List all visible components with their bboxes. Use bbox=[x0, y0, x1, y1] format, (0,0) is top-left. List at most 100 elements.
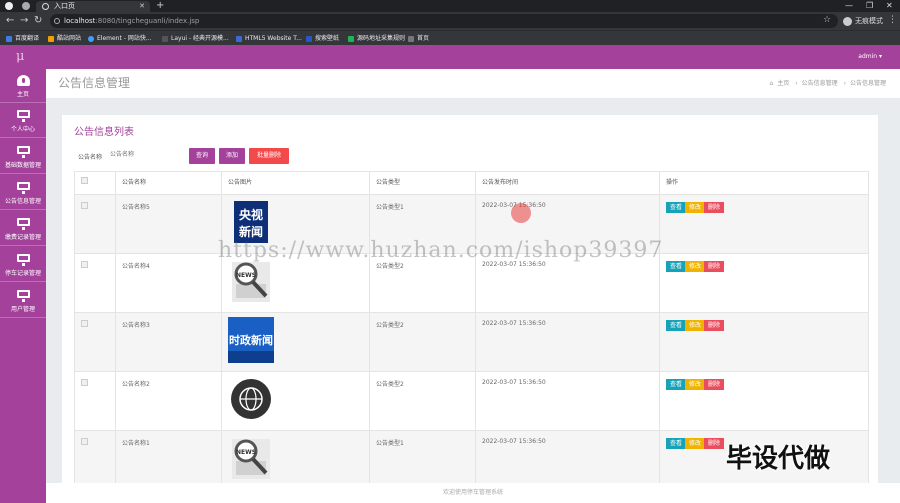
reload-icon[interactable]: ↻ bbox=[34, 14, 42, 28]
edit-button[interactable]: 修改 bbox=[685, 438, 706, 449]
sidebar-item-home[interactable]: 主页 bbox=[0, 69, 46, 103]
sidebar-item-profile[interactable]: 个人中心 bbox=[0, 104, 46, 138]
bookmark-icon bbox=[88, 35, 94, 42]
breadcrumb-item: 公告信息管理 bbox=[849, 80, 886, 87]
select-all-checkbox[interactable] bbox=[81, 177, 88, 184]
view-button[interactable]: 查看 bbox=[666, 379, 687, 390]
notice-image[interactable]: 时政新闻 bbox=[228, 317, 274, 363]
view-button[interactable]: 查看 bbox=[666, 202, 687, 213]
notice-name-cell: 公告名称5 bbox=[115, 194, 222, 254]
bookmark-icon bbox=[236, 35, 242, 42]
bookmark-item[interactable]: Layui - 经典开源模... bbox=[162, 31, 229, 46]
row-checkbox[interactable] bbox=[81, 320, 88, 327]
watermark-text: https://www.huzhan.com/ishop39397 bbox=[218, 238, 664, 263]
view-button[interactable]: 查看 bbox=[666, 438, 687, 449]
sidebar-item-payments[interactable]: 缴费记录管理 bbox=[0, 212, 46, 246]
edit-button[interactable]: 修改 bbox=[685, 261, 706, 272]
url-host: localhost bbox=[64, 17, 96, 25]
sidebar-item-label: 缴费记录管理 bbox=[4, 234, 41, 241]
app-logo[interactable]: μ bbox=[16, 49, 24, 65]
delete-button[interactable]: 删除 bbox=[704, 320, 725, 331]
breadcrumb-item[interactable]: 主页 bbox=[777, 80, 789, 87]
bookmark-item[interactable]: 源码地址采集规则 bbox=[348, 31, 405, 46]
maximize-icon[interactable]: ❐ bbox=[866, 0, 873, 12]
edit-button[interactable]: 修改 bbox=[685, 320, 706, 331]
close-window-icon[interactable]: ✕ bbox=[886, 0, 893, 12]
tab-favicon-icon bbox=[42, 3, 49, 10]
row-checkbox[interactable] bbox=[81, 202, 88, 209]
view-button[interactable]: 查看 bbox=[666, 320, 687, 331]
breadcrumb-separator: › bbox=[843, 80, 846, 87]
actions-cell: 查看 修改 删除 bbox=[659, 194, 869, 254]
browser-app-icon[interactable] bbox=[5, 2, 13, 10]
browser-menu-icon[interactable]: ⋮ bbox=[888, 15, 897, 25]
delete-button[interactable]: 删除 bbox=[704, 261, 725, 272]
sidebar-item-label: 停车记录管理 bbox=[4, 270, 41, 277]
sidebar: 主页 个人中心 基础数据管理 公告信息管理 缴费记录管理 停车记录管理 用户管理 bbox=[0, 69, 46, 503]
query-button[interactable]: 查询 bbox=[189, 148, 215, 164]
bookmark-star-icon[interactable]: ☆ bbox=[823, 15, 831, 25]
bookmark-icon bbox=[306, 35, 312, 42]
delete-button[interactable]: 删除 bbox=[704, 379, 725, 390]
address-bar: ← → ↻ localhost:8080/tingcheguanli/index… bbox=[0, 12, 900, 30]
back-icon[interactable]: ← bbox=[6, 14, 14, 28]
row-checkbox[interactable] bbox=[81, 379, 88, 386]
row-checkbox[interactable] bbox=[81, 261, 88, 268]
bookmark-item[interactable]: 百度翻译 bbox=[6, 31, 39, 46]
bookmark-icon bbox=[408, 35, 414, 42]
bookmark-item[interactable]: HTML5 Website T... bbox=[236, 31, 302, 46]
add-button[interactable]: 添加 bbox=[219, 148, 245, 164]
notice-name-cell: 公告名称1 bbox=[115, 430, 222, 490]
bookmark-item[interactable]: 酷站网站 bbox=[48, 31, 81, 46]
view-button[interactable]: 查看 bbox=[666, 261, 687, 272]
svg-text:时政新闻: 时政新闻 bbox=[229, 333, 273, 347]
select-all-cell bbox=[74, 171, 116, 195]
actions-cell: 查看 修改 删除 bbox=[659, 371, 869, 431]
notice-time-cell: 2022-03-07 15:36:50 bbox=[475, 312, 660, 372]
bookmark-item[interactable]: 首页 bbox=[408, 31, 429, 46]
actions-cell: 查看 修改 删除 bbox=[659, 312, 869, 372]
card-title: 公告信息列表 bbox=[74, 127, 134, 138]
sidebar-item-parking-records[interactable]: 停车记录管理 bbox=[0, 248, 46, 282]
incognito-indicator[interactable]: 无痕模式 bbox=[843, 15, 883, 27]
sidebar-item-basic-data[interactable]: 基础数据管理 bbox=[0, 140, 46, 174]
column-header[interactable]: 公告类型 bbox=[369, 171, 476, 195]
notice-type-cell: 公告类型1 bbox=[369, 430, 476, 490]
bookmark-item[interactable]: Element - 网站快... bbox=[88, 31, 152, 46]
sidebar-item-notices[interactable]: 公告信息管理 bbox=[0, 176, 46, 210]
table-row: 公告名称3 时政新闻 公告类型2 2022-03-07 15:36:50 查看修… bbox=[74, 312, 869, 372]
user-menu[interactable]: admin ▾ bbox=[858, 45, 882, 69]
row-checkbox[interactable] bbox=[81, 438, 88, 445]
edit-button[interactable]: 修改 bbox=[685, 202, 706, 213]
forward-icon[interactable]: → bbox=[20, 14, 28, 28]
batch-delete-button[interactable]: 批量删除 bbox=[249, 148, 289, 164]
site-info-icon[interactable] bbox=[54, 18, 60, 24]
notice-image[interactable]: NEWS bbox=[228, 435, 274, 481]
url-input[interactable]: localhost:8080/tingcheguanli/index.jsp bbox=[50, 14, 838, 28]
edit-button[interactable]: 修改 bbox=[685, 379, 706, 390]
notice-image-cell bbox=[221, 371, 370, 431]
column-header[interactable]: 公告发布时间 bbox=[475, 171, 660, 195]
notice-image[interactable] bbox=[228, 376, 274, 422]
browser-tab[interactable]: 入口页 ✕ bbox=[36, 1, 150, 12]
svg-text:新闻: 新闻 bbox=[239, 224, 263, 239]
page-header: 公告信息管理 ⌂ 主页 › 公告信息管理 › 公告信息管理 bbox=[46, 69, 900, 98]
notice-image[interactable]: NEWS bbox=[228, 258, 274, 304]
column-header[interactable]: 公告名称 bbox=[115, 171, 222, 195]
new-tab-icon[interactable]: + bbox=[156, 0, 164, 12]
bookmark-item[interactable]: 搜索壁纸 bbox=[306, 31, 339, 46]
column-header: 公告图片 bbox=[221, 171, 370, 195]
breadcrumb-item[interactable]: 公告信息管理 bbox=[802, 80, 838, 87]
tab-title: 入口页 bbox=[54, 2, 75, 10]
bookmark-icon bbox=[48, 35, 54, 42]
close-tab-icon[interactable]: ✕ bbox=[139, 1, 145, 12]
notice-name-cell: 公告名称2 bbox=[115, 371, 222, 431]
delete-button[interactable]: 删除 bbox=[704, 438, 725, 449]
search-input[interactable] bbox=[110, 148, 182, 161]
minimize-icon[interactable]: — bbox=[845, 0, 853, 12]
notice-name-cell: 公告名称4 bbox=[115, 253, 222, 313]
delete-button[interactable]: 删除 bbox=[704, 202, 725, 213]
browser-profile-icon[interactable] bbox=[22, 2, 30, 10]
sidebar-item-users[interactable]: 用户管理 bbox=[0, 284, 46, 318]
column-header: 操作 bbox=[659, 171, 869, 195]
